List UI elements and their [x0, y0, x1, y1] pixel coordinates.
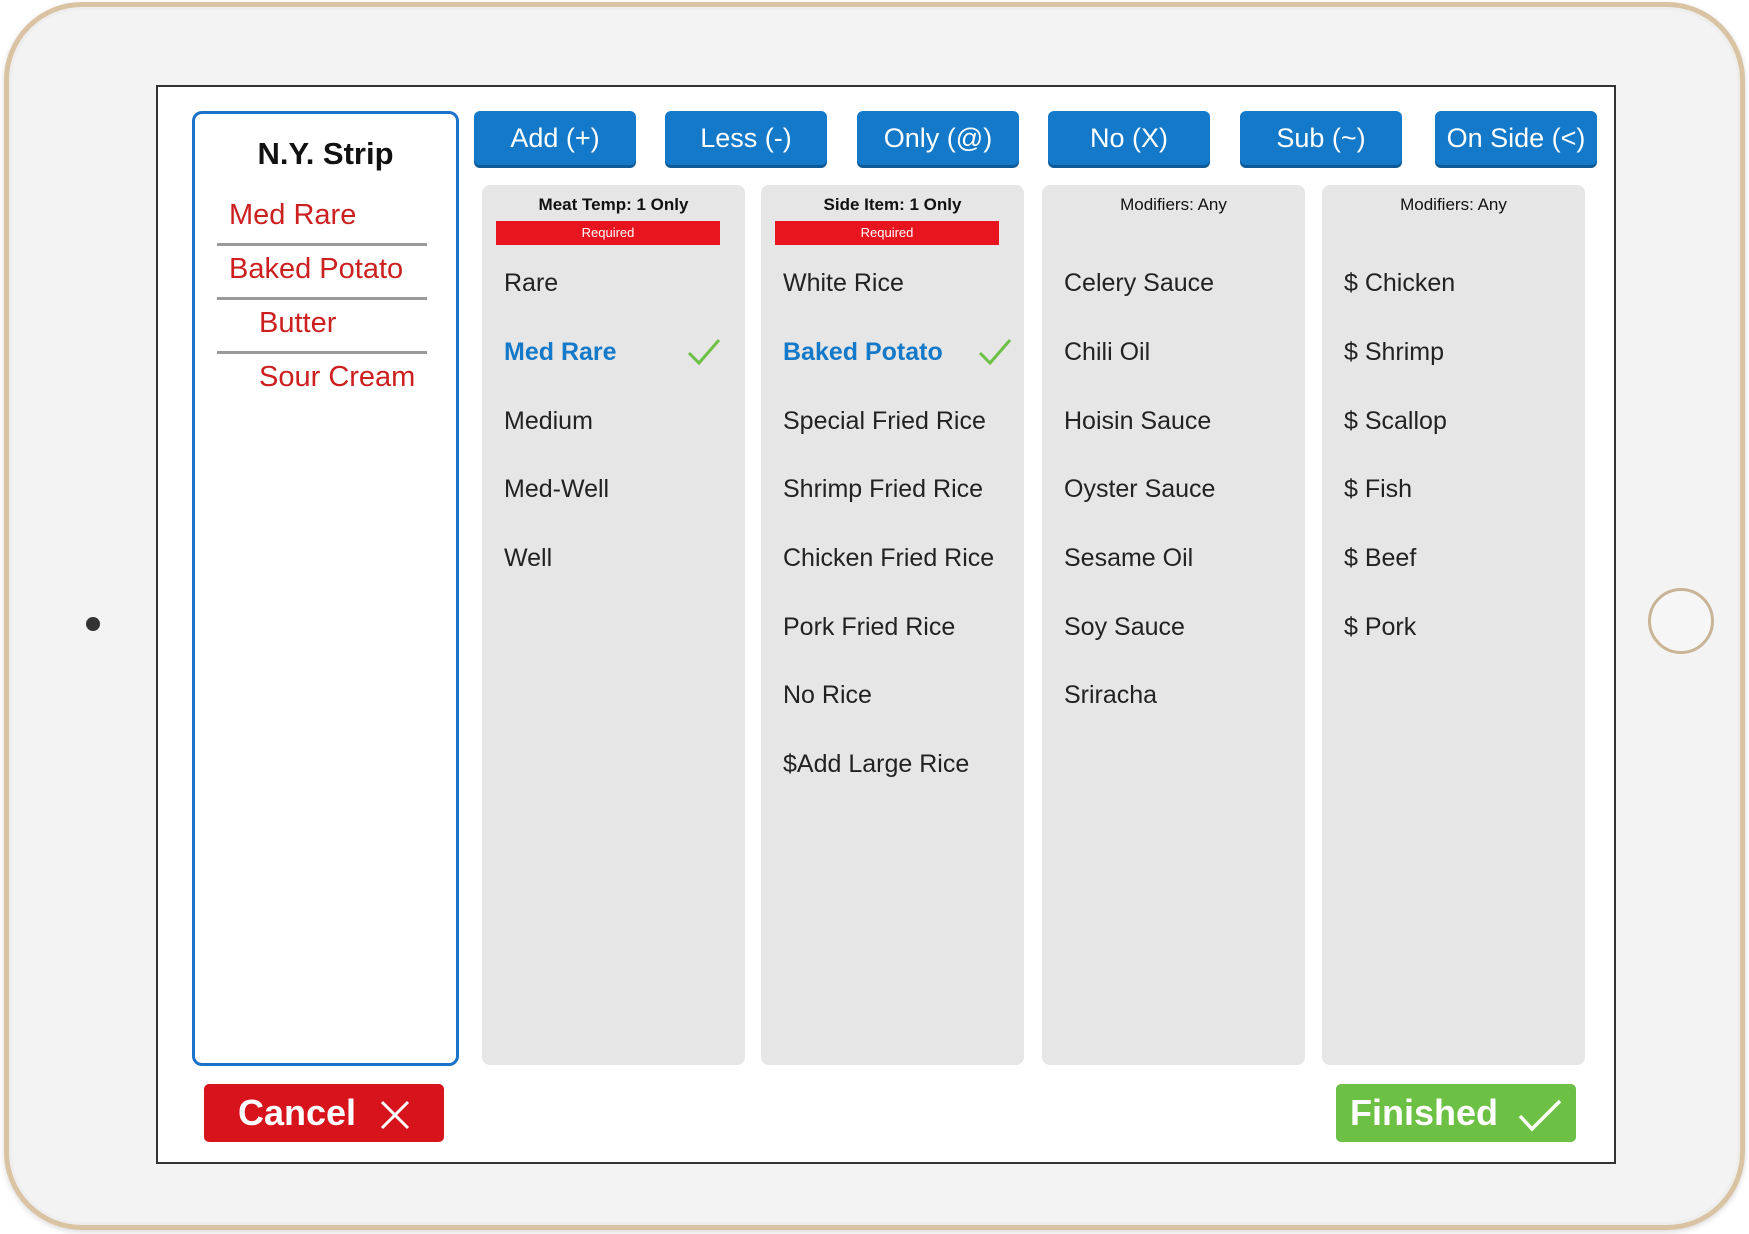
option-chicken[interactable]: $ Chicken	[1344, 263, 1574, 303]
order-item-label: Sour Cream	[259, 361, 416, 393]
order-item-med-rare[interactable]: Med Rare	[217, 192, 427, 246]
option-well[interactable]: Well	[504, 538, 734, 578]
option-scallop[interactable]: $ Scallop	[1344, 401, 1574, 441]
less-button[interactable]: Less (-)	[665, 111, 827, 165]
close-icon	[380, 1101, 410, 1130]
sub-button[interactable]: Sub (~)	[1240, 111, 1402, 165]
option-soy-sauce[interactable]: Soy Sauce	[1064, 607, 1294, 647]
order-title: N.Y. Strip	[257, 136, 394, 171]
home-button[interactable]	[1648, 588, 1714, 654]
column-header: Side Item: 1 Only	[823, 195, 962, 214]
option-med-well[interactable]: Med-Well	[504, 469, 734, 509]
option-white-rice[interactable]: White Rice	[783, 263, 1013, 303]
order-summary-panel: N.Y. Strip Med Rare Baked Potato Butter …	[192, 111, 459, 1066]
checkmark-icon	[978, 339, 1012, 366]
option-special-fried-rice[interactable]: Special Fried Rice	[783, 401, 1013, 441]
option-oyster-sauce[interactable]: Oyster Sauce	[1064, 469, 1294, 509]
column-header: Modifiers: Any	[1400, 195, 1507, 214]
option-pork-fried-rice[interactable]: Pork Fried Rice	[783, 607, 1013, 647]
option-rare[interactable]: Rare	[504, 263, 734, 303]
option-chili-oil[interactable]: Chili Oil	[1064, 332, 1294, 372]
option-label: Baked Potato	[783, 338, 943, 366]
finished-button[interactable]: Finished	[1336, 1084, 1576, 1142]
tablet-frame: N.Y. Strip Med Rare Baked Potato Butter …	[4, 2, 1745, 1230]
column-header: Modifiers: Any	[1120, 195, 1227, 214]
order-item-label: Med Rare	[229, 199, 357, 231]
option-beef[interactable]: $ Beef	[1344, 538, 1574, 578]
checkmark-icon	[1518, 1100, 1562, 1133]
no-button[interactable]: No (X)	[1048, 111, 1210, 165]
option-pork[interactable]: $ Pork	[1344, 607, 1574, 647]
on-side-button[interactable]: On Side (<)	[1435, 111, 1597, 165]
sauce-modifiers-column: Modifiers: Any Celery Sauce Chili Oil Ho…	[1042, 185, 1305, 1065]
column-header: Meat Temp: 1 Only	[538, 195, 689, 214]
option-baked-potato[interactable]: Baked Potato	[783, 332, 1013, 372]
option-shrimp-fried-rice[interactable]: Shrimp Fried Rice	[783, 469, 1013, 509]
screen: N.Y. Strip Med Rare Baked Potato Butter …	[156, 85, 1616, 1164]
required-badge: Required	[775, 221, 999, 245]
option-no-rice[interactable]: No Rice	[783, 675, 1013, 715]
option-shrimp[interactable]: $ Shrimp	[1344, 332, 1574, 372]
option-med-rare[interactable]: Med Rare	[504, 332, 734, 372]
order-item-butter[interactable]: Butter	[217, 300, 427, 354]
cancel-button[interactable]: Cancel	[204, 1084, 444, 1142]
meat-temp-column: Meat Temp: 1 Only Required Rare Med Rare…	[482, 185, 745, 1065]
order-item-label: Baked Potato	[229, 253, 404, 285]
option-label: Med Rare	[504, 338, 617, 366]
only-button[interactable]: Only (@)	[857, 111, 1019, 165]
finished-label: Finished	[1349, 1092, 1498, 1133]
option-sesame-oil[interactable]: Sesame Oil	[1064, 538, 1294, 578]
option-sriracha[interactable]: Sriracha	[1064, 675, 1294, 715]
option-hoisin-sauce[interactable]: Hoisin Sauce	[1064, 401, 1294, 441]
add-button[interactable]: Add (+)	[474, 111, 636, 165]
option-chicken-fried-rice[interactable]: Chicken Fried Rice	[783, 538, 1013, 578]
option-add-large-rice[interactable]: $Add Large Rice	[783, 744, 1013, 784]
order-item-label: Butter	[259, 307, 337, 339]
side-item-column: Side Item: 1 Only Required White Rice Ba…	[761, 185, 1024, 1065]
checkmark-icon	[687, 339, 721, 366]
required-badge: Required	[496, 221, 720, 245]
protein-modifiers-column: Modifiers: Any $ Chicken $ Shrimp $ Scal…	[1322, 185, 1585, 1065]
cancel-label: Cancel	[237, 1092, 357, 1133]
order-item-sour-cream[interactable]: Sour Cream	[217, 354, 427, 408]
camera-dot	[86, 617, 100, 631]
option-medium[interactable]: Medium	[504, 401, 734, 441]
order-item-baked-potato[interactable]: Baked Potato	[217, 246, 427, 300]
option-celery-sauce[interactable]: Celery Sauce	[1064, 263, 1294, 303]
option-fish[interactable]: $ Fish	[1344, 469, 1574, 509]
